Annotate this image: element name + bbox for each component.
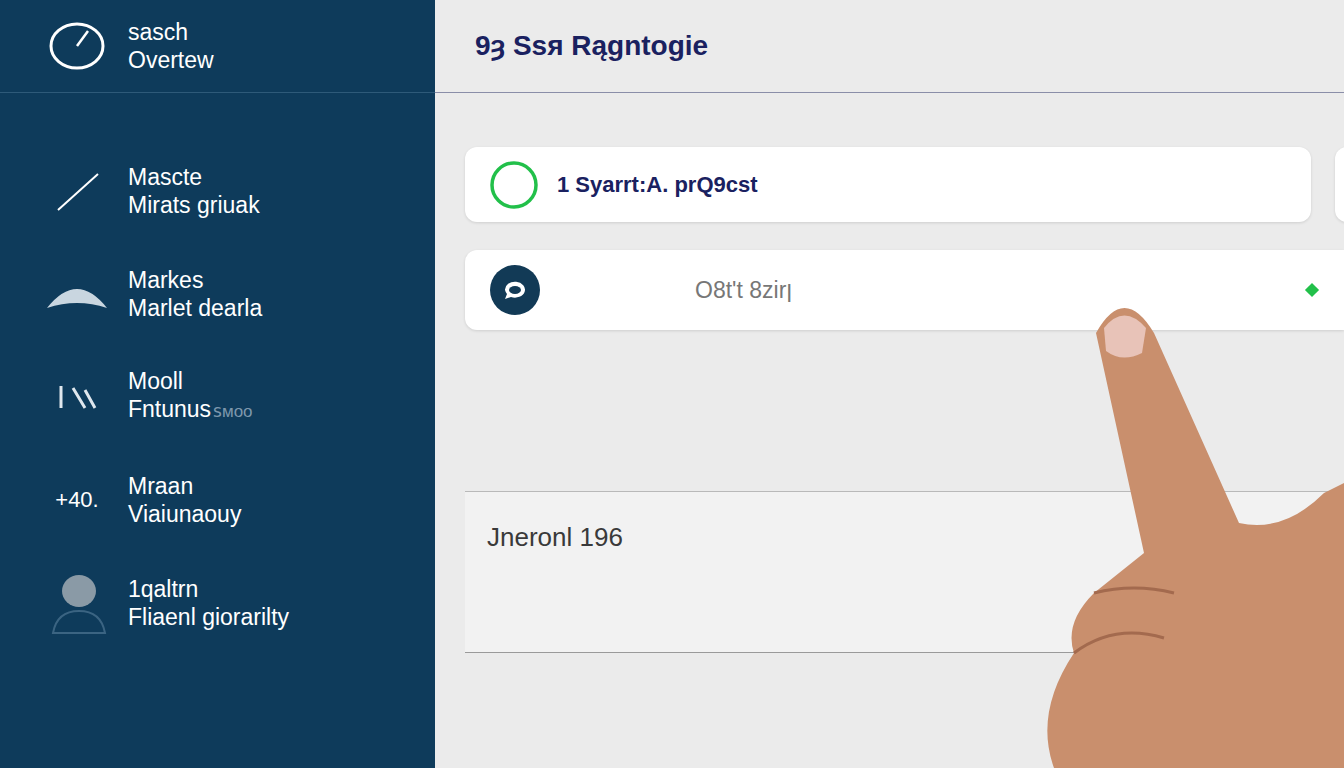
sidebar-item[interactable]: MarkesMarlet dearla: [0, 242, 435, 345]
pin-icon: [55, 382, 99, 412]
next-card[interactable]: [1335, 147, 1344, 222]
sidebar-item-icon-box: [38, 573, 116, 633]
clock-icon: [48, 21, 106, 71]
sidebar-item[interactable]: MascteMirats griuak: [0, 139, 435, 242]
sidebar-list: MascteMirats griuak MarkesMarlet dearla Mo…: [0, 93, 435, 654]
sidebar-item[interactable]: +40. MraanViaiunaouy: [0, 448, 435, 551]
sidebar-item-text: MoollFntunusꜱᴍᴏᴏ: [128, 367, 253, 426]
footer-text: Jneronl 196: [487, 522, 623, 552]
status-ring-icon: [489, 160, 539, 210]
page-title: 9ȝ Ssя Rągntogie: [475, 30, 708, 62]
avatar-icon: [47, 571, 107, 635]
card-list: 1 Syarrt:A. prQ9cst O8t't 8zirן: [435, 93, 1344, 330]
sidebar: saschOvertew MascteMirats griuak MarkesMar…: [0, 0, 435, 768]
card[interactable]: O8t't 8zirן: [465, 250, 1344, 330]
card-row: O8t't 8zirן: [465, 250, 1344, 330]
sidebar-header-text: saschOvertew: [128, 18, 214, 74]
main-header: 9ȝ Ssя Rągntogie: [435, 0, 1344, 93]
card-row: 1 Syarrt:A. prQ9cst: [465, 147, 1344, 222]
sidebar-item-icon-box: [38, 161, 116, 221]
sidebar-item-text: 1qaltrnFliaenl giorarilty: [128, 575, 289, 631]
line-icon: [52, 166, 102, 216]
sidebar-item-icon-box: [38, 264, 116, 324]
app: saschOvertew MascteMirats griuak MarkesMar…: [0, 0, 1344, 768]
hand-photo: [1034, 293, 1344, 768]
chat-icon: [489, 264, 541, 316]
sidebar-item-icon-box: [38, 367, 116, 427]
sidebar-item-text: MarkesMarlet dearla: [128, 266, 262, 322]
sidebar-item-text: MraanViaiunaouy: [128, 472, 241, 528]
sidebar-item[interactable]: MoollFntunusꜱᴍᴏᴏ: [0, 345, 435, 448]
green-diamond-icon: [1304, 282, 1320, 298]
card[interactable]: 1 Syarrt:A. prQ9cst: [465, 147, 1311, 222]
number-icon: +40.: [55, 487, 98, 513]
sidebar-header[interactable]: saschOvertew: [0, 0, 435, 93]
sidebar-item-icon-box: +40.: [38, 470, 116, 530]
card-text: O8t't 8zirן: [695, 277, 792, 304]
sidebar-item-text: MascteMirats griuak: [128, 163, 260, 219]
sidebar-item[interactable]: 1qaltrnFliaenl giorarilty: [0, 551, 435, 654]
card-text: 1 Syarrt:A. prQ9cst: [557, 172, 758, 198]
dome-icon: [45, 276, 109, 312]
